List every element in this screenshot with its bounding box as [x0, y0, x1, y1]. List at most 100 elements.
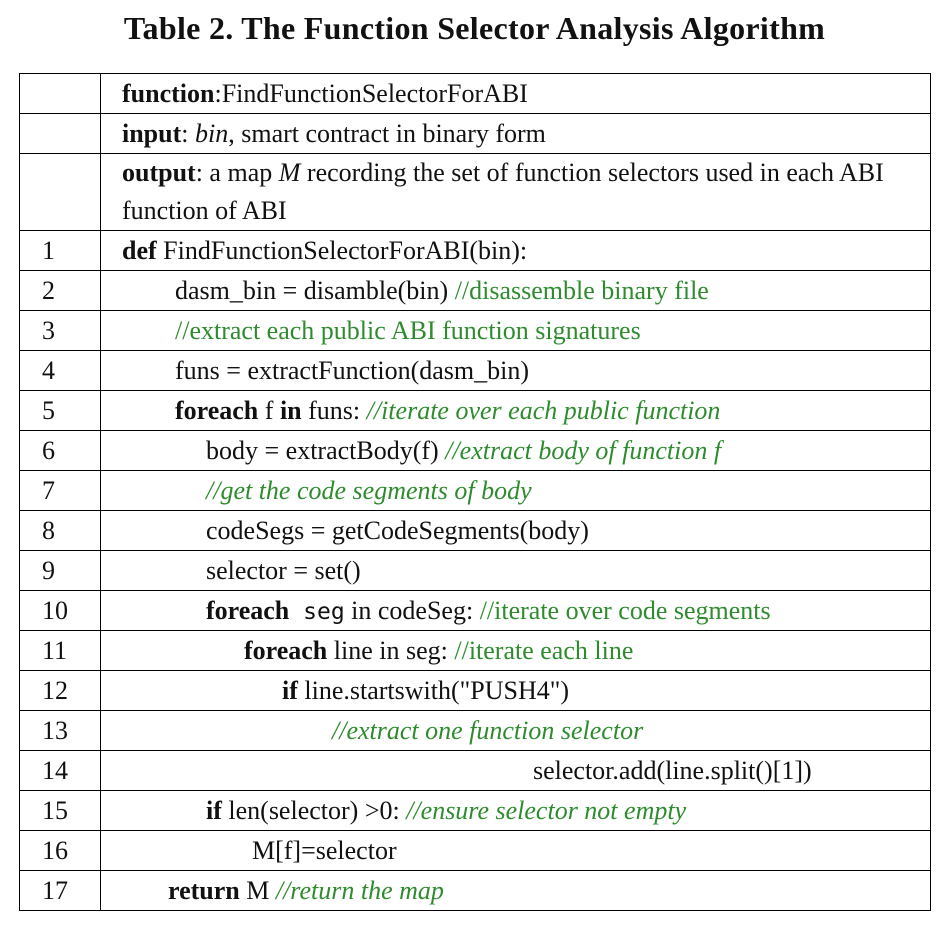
- code-line-16: 16 M[f]=selector: [19, 830, 931, 871]
- comment: //get the code segments of body: [206, 475, 532, 505]
- code-line-7: 7 //get the code segments of body: [19, 470, 931, 511]
- code-line-10: 10 foreach seg in codeSeg: //iterate ove…: [19, 590, 931, 631]
- code-text: f: [258, 395, 280, 425]
- output-variable: M: [278, 158, 301, 187]
- function-cell: function:FindFunctionSelectorForABI: [100, 73, 931, 114]
- line-number: 6: [19, 430, 101, 471]
- code-line-6: 6 body = extractBody(f) //extract body o…: [19, 430, 931, 471]
- function-keyword: function: [122, 78, 215, 108]
- code-text: body = extractBody(f): [206, 435, 446, 465]
- code-line-17: 17 return M //return the map: [19, 870, 931, 911]
- code-line-14: 14 selector.add(line.split()[1]): [19, 750, 931, 791]
- header-row-function: function:FindFunctionSelectorForABI: [19, 73, 931, 114]
- input-description: , smart contract in binary form: [228, 118, 546, 148]
- line-number: 2: [19, 270, 101, 311]
- input-colon: :: [181, 118, 195, 148]
- comment: //iterate each line: [454, 635, 634, 665]
- code-line-3: 3 //extract each public ABI function sig…: [19, 310, 931, 351]
- keyword: in: [279, 395, 302, 425]
- keyword: def: [122, 235, 157, 265]
- output-cell: output: a map M recording the set of fun…: [100, 153, 931, 231]
- input-keyword: input: [122, 118, 182, 148]
- code-line-5: 5 foreach f in funs: //iterate over each…: [19, 390, 931, 431]
- code-line-1: 1 def FindFunctionSelectorForABI(bin):: [19, 230, 931, 271]
- line-number: 4: [19, 350, 101, 391]
- input-variable: bin: [195, 118, 229, 148]
- code-cell: foreach seg in codeSeg: //iterate over c…: [100, 590, 931, 631]
- line-number: 8: [19, 510, 101, 551]
- code-cell: if len(selector) >0: //ensure selector n…: [100, 790, 931, 831]
- code-cell: M[f]=selector: [100, 830, 931, 871]
- comment: //iterate over code segments: [479, 595, 771, 625]
- algorithm-table: function:FindFunctionSelectorForABI inpu…: [19, 73, 931, 911]
- code-line-2: 2 dasm_bin = disamble(bin) //disassemble…: [19, 270, 931, 311]
- code-cell: if line.startswith("PUSH4"): [100, 670, 931, 711]
- line-number-cell: [19, 73, 101, 114]
- line-number: 10: [19, 590, 101, 631]
- code-text: selector.add(line.split()[1]): [533, 755, 812, 785]
- input-cell: input: bin, smart contract in binary for…: [100, 113, 931, 154]
- code-cell: body = extractBody(f) //extract body of …: [100, 430, 931, 471]
- code-mono: seg: [289, 598, 345, 625]
- keyword: foreach: [175, 395, 259, 425]
- keyword: return: [168, 875, 240, 905]
- code-cell: dasm_bin = disamble(bin) //disassemble b…: [100, 270, 931, 311]
- code-cell: funs = extractFunction(dasm_bin): [100, 350, 931, 391]
- code-line-9: 9 selector = set(): [19, 550, 931, 591]
- code-line-13: 13 //extract one function selector: [19, 710, 931, 751]
- code-cell: foreach f in funs: //iterate over each p…: [100, 390, 931, 431]
- comment: //extract body of function f: [445, 435, 722, 465]
- code-line-8: 8 codeSegs = getCodeSegments(body): [19, 510, 931, 551]
- line-number: 11: [19, 630, 101, 671]
- comment: //iterate over each public function: [366, 395, 721, 425]
- code-text: M: [239, 875, 276, 905]
- comment: //extract one function selector: [332, 715, 644, 745]
- table-title: Table 2. The Function Selector Analysis …: [123, 10, 826, 46]
- keyword: foreach: [244, 635, 328, 665]
- code-cell: foreach line in seg: //iterate each line: [100, 630, 931, 671]
- line-number: 12: [19, 670, 101, 711]
- comment: //return the map: [275, 875, 444, 905]
- header-row-output: output: a map M recording the set of fun…: [19, 153, 931, 231]
- line-number-cell: [19, 113, 101, 154]
- line-number: 7: [19, 470, 101, 511]
- code-cell: def FindFunctionSelectorForABI(bin):: [100, 230, 931, 271]
- line-number: 17: [19, 870, 101, 911]
- code-text: M[f]=selector: [252, 835, 397, 865]
- header-row-input: input: bin, smart contract in binary for…: [19, 113, 931, 154]
- code-line-12: 12 if line.startswith("PUSH4"): [19, 670, 931, 711]
- line-number: 16: [19, 830, 101, 871]
- function-name: :FindFunctionSelectorForABI: [214, 78, 528, 108]
- comment: //extract each public ABI function signa…: [175, 315, 641, 345]
- code-text: line in seg:: [327, 635, 455, 665]
- line-number: 14: [19, 750, 101, 791]
- code-text: line.startswith("PUSH4"): [297, 675, 569, 705]
- keyword: if: [282, 675, 298, 705]
- code-cell: //get the code segments of body: [100, 470, 931, 511]
- code-text: len(selector) >0:: [221, 795, 407, 825]
- comment: //ensure selector not empty: [406, 795, 687, 825]
- line-number: 13: [19, 710, 101, 751]
- line-number: 5: [19, 390, 101, 431]
- code-text: funs:: [301, 395, 367, 425]
- code-text: codeSegs = getCodeSegments(body): [206, 515, 589, 545]
- code-text: FindFunctionSelectorForABI(bin):: [156, 235, 528, 265]
- code-cell: selector.add(line.split()[1]): [100, 750, 931, 791]
- code-line-15: 15 if len(selector) >0: //ensure selecto…: [19, 790, 931, 831]
- code-cell: codeSegs = getCodeSegments(body): [100, 510, 931, 551]
- output-keyword: output: [122, 158, 196, 187]
- code-cell: return M //return the map: [100, 870, 931, 911]
- code-text: in codeSeg:: [344, 595, 480, 625]
- line-number: 9: [19, 550, 101, 591]
- code-line-11: 11 foreach line in seg: //iterate each l…: [19, 630, 931, 671]
- code-cell: //extract each public ABI function signa…: [100, 310, 931, 351]
- line-number: 15: [19, 790, 101, 831]
- code-text: selector = set(): [206, 555, 361, 585]
- keyword: if: [206, 795, 222, 825]
- code-text: funs = extractFunction(dasm_bin): [175, 355, 530, 385]
- comment: //disassemble binary file: [454, 275, 709, 305]
- line-number: 3: [19, 310, 101, 351]
- code-cell: //extract one function selector: [100, 710, 931, 751]
- code-cell: selector = set(): [100, 550, 931, 591]
- code-line-4: 4 funs = extractFunction(dasm_bin): [19, 350, 931, 391]
